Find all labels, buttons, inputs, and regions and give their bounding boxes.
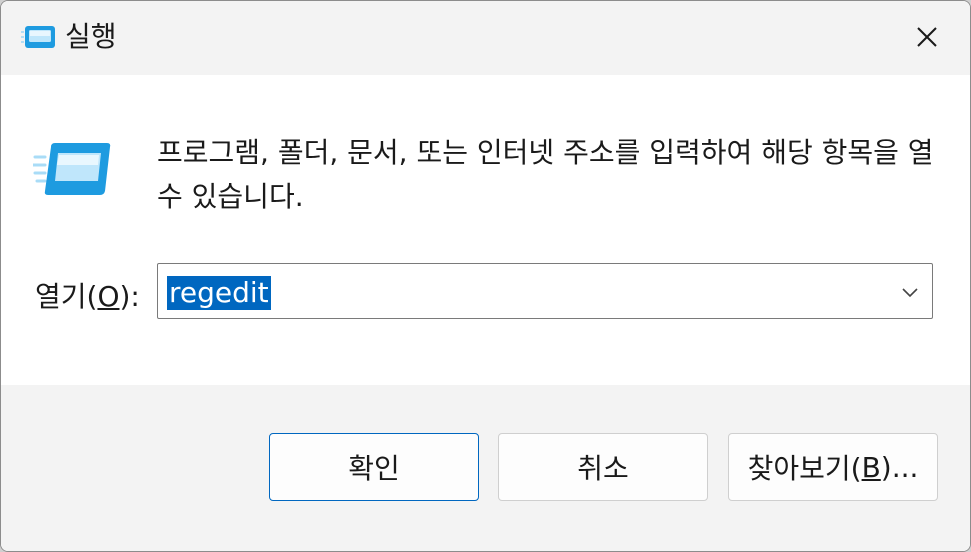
dialog-description: 프로그램, 폴더, 문서, 또는 인터넷 주소를 입력하여 해당 항목을 열 수…	[157, 136, 934, 213]
browse-button[interactable]: 찾아보기(B)...	[728, 433, 938, 501]
close-icon	[917, 27, 937, 47]
close-button[interactable]	[897, 11, 957, 63]
open-label: 열기(O):	[35, 277, 140, 317]
dialog-content: 프로그램, 폴더, 문서, 또는 인터넷 주소를 입력하여 해당 항목을 열 수…	[1, 75, 970, 385]
chevron-down-icon[interactable]	[898, 280, 922, 304]
open-label-prefix: 열기(	[35, 280, 98, 313]
browse-access-key: B	[861, 450, 881, 484]
open-label-suffix: ):	[119, 280, 140, 313]
run-dialog: 실행 프로그램, 폴더, 문서, 또는 인터넷 주소를 입력하여 해당 항목을 …	[0, 0, 971, 552]
ok-button-label: 확인	[348, 452, 400, 485]
cancel-button-label: 취소	[577, 452, 629, 485]
window-title: 실행	[65, 20, 117, 53]
browse-label-prefix: 찾아보기(	[747, 452, 862, 485]
cancel-button[interactable]: 취소	[498, 433, 708, 501]
open-combobox[interactable]: regedit	[157, 263, 933, 319]
run-icon	[33, 143, 111, 195]
title-bar[interactable]: 실행	[1, 1, 970, 75]
open-input[interactable]: regedit	[167, 276, 271, 310]
browse-label-suffix: )...	[880, 450, 919, 484]
run-icon	[21, 26, 55, 48]
dialog-footer: 확인 취소 찾아보기(B)...	[1, 385, 970, 551]
open-label-access-key: O	[97, 280, 120, 313]
ok-button[interactable]: 확인	[269, 433, 479, 501]
